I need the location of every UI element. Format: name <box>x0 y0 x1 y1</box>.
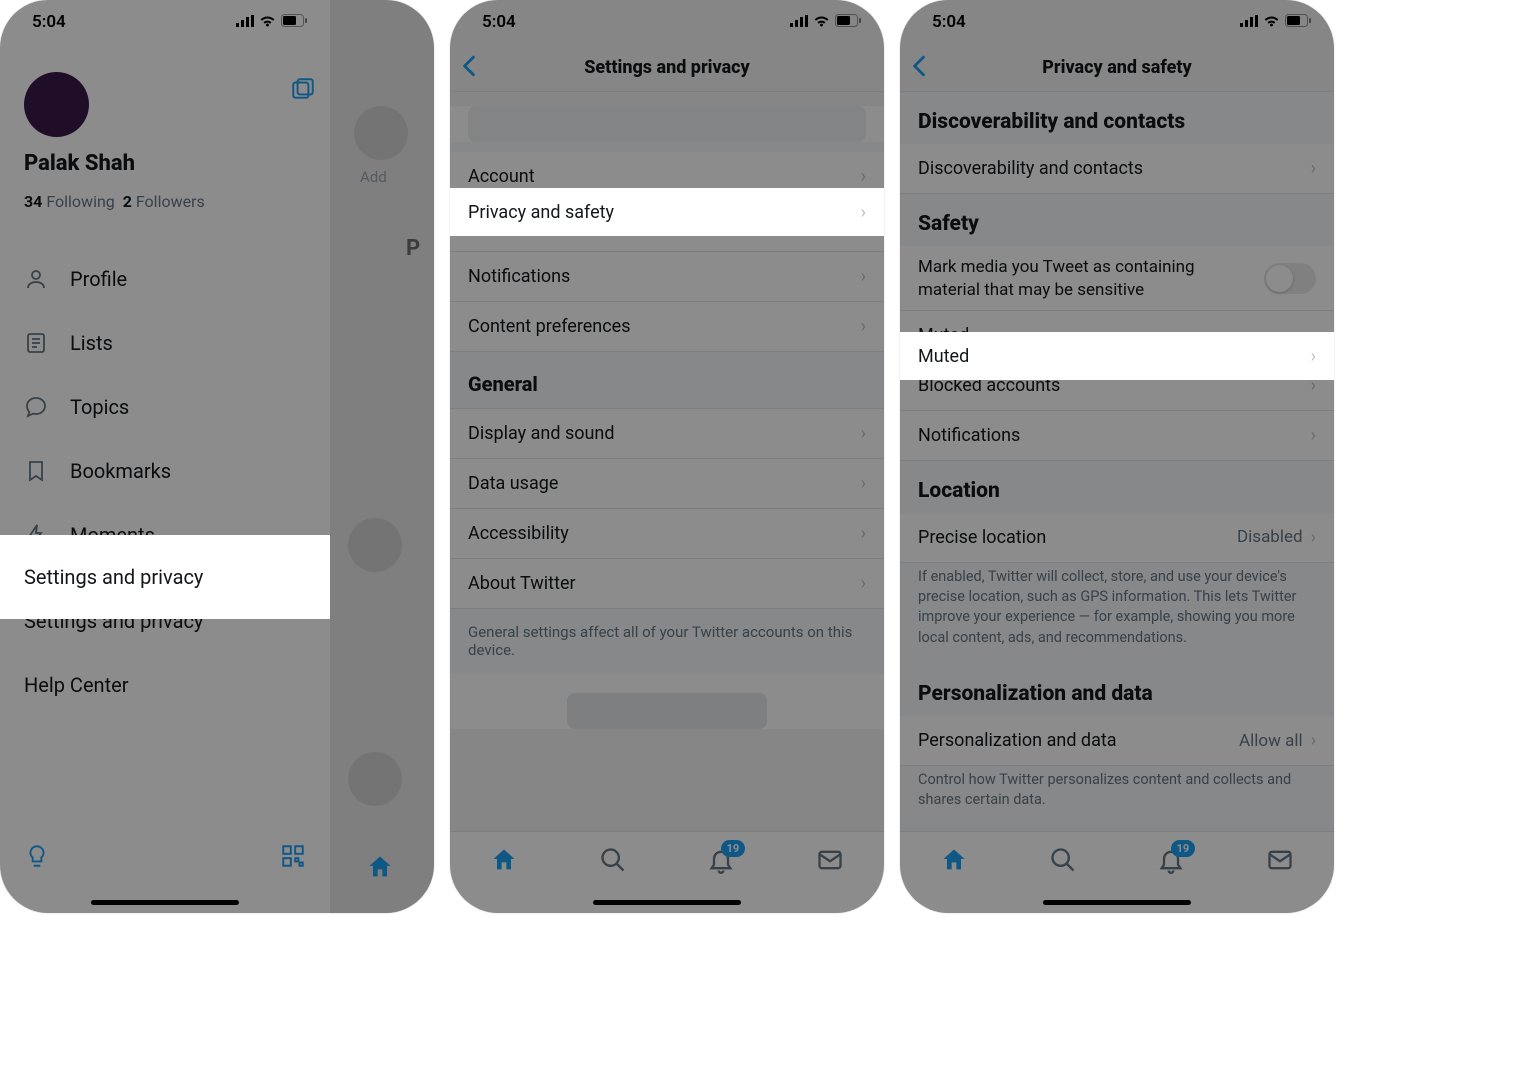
row-personalization[interactable]: Personalization and data Allow all› <box>900 716 1334 766</box>
chevron-right-icon: › <box>1311 346 1316 367</box>
tab-bar: 19 <box>900 831 1334 913</box>
tab-notifications[interactable]: 19 <box>1157 846 1185 878</box>
status-bar: 5:04 <box>0 0 330 44</box>
username-blur <box>468 106 866 142</box>
sensitive-toggle[interactable] <box>1264 263 1316 294</box>
section-general: General <box>450 352 884 409</box>
redacted-region <box>567 693 767 729</box>
menu-profile[interactable]: Profile <box>24 247 306 311</box>
status-bar: 5:04 <box>900 0 1334 44</box>
status-indicators <box>236 12 308 32</box>
menu-help-center[interactable]: Help Center <box>0 653 330 717</box>
chevron-right-icon: › <box>861 473 866 494</box>
chevron-right-icon: › <box>861 266 866 287</box>
bulb-icon[interactable] <box>24 843 50 873</box>
highlight-muted[interactable]: Muted › <box>900 332 1334 380</box>
menu-topics[interactable]: Topics <box>24 375 306 439</box>
page-title: Settings and privacy <box>584 57 750 78</box>
username[interactable]: Palak Shah <box>24 151 306 176</box>
row-notifications[interactable]: Notifications› <box>450 252 884 302</box>
avatar[interactable] <box>24 72 89 137</box>
chevron-right-icon: › <box>861 423 866 444</box>
chevron-right-icon: › <box>861 523 866 544</box>
back-button[interactable] <box>462 55 476 81</box>
wifi-icon <box>813 12 830 32</box>
status-time: 5:04 <box>32 12 66 32</box>
accounts-icon[interactable] <box>290 76 316 106</box>
status-indicators <box>790 12 862 32</box>
nav-drawer: 5:04 Palak Shah 34 Following 2 Followers… <box>0 0 330 913</box>
notif-badge: 19 <box>721 840 746 857</box>
row-about-twitter[interactable]: About Twitter› <box>450 559 884 609</box>
general-footer: General settings affect all of your Twit… <box>450 609 884 673</box>
precise-location-desc: If enabled, Twitter will collect, store,… <box>900 563 1334 664</box>
tab-home[interactable] <box>940 846 968 878</box>
row-notifications[interactable]: Notifications› <box>900 411 1334 461</box>
chevron-right-icon: › <box>1311 730 1316 751</box>
tab-messages[interactable] <box>1266 846 1294 878</box>
chevron-right-icon: › <box>1311 527 1316 548</box>
signal-icon <box>236 12 254 32</box>
notif-badge: 19 <box>1171 840 1196 857</box>
status-time: 5:04 <box>932 12 966 32</box>
bookmark-icon <box>24 459 48 483</box>
qr-icon[interactable] <box>280 843 306 873</box>
menu-bookmarks[interactable]: Bookmarks <box>24 439 306 503</box>
phone-screen-2: 5:04 Settings and privacy Account› Priva… <box>450 0 884 913</box>
highlight-settings-privacy[interactable]: Settings and privacy <box>0 535 330 619</box>
row-display-sound[interactable]: Display and sound› <box>450 409 884 459</box>
profile-icon <box>24 267 48 291</box>
follow-stats[interactable]: 34 Following 2 Followers <box>24 192 306 211</box>
chevron-right-icon: › <box>861 202 866 223</box>
chevron-right-icon: › <box>1311 158 1316 179</box>
chevron-right-icon: › <box>1311 425 1316 446</box>
lists-icon <box>24 331 48 355</box>
chevron-right-icon: › <box>861 166 866 187</box>
page-title: Privacy and safety <box>1042 57 1191 78</box>
tab-search[interactable] <box>1049 846 1077 878</box>
phone-screen-1: Add P 5:04 Palak Shah 34 <box>0 0 434 913</box>
section-location: Location <box>900 461 1334 513</box>
tab-search[interactable] <box>599 846 627 878</box>
section-discoverability: Discoverability and contacts <box>900 92 1334 144</box>
tab-messages[interactable] <box>816 846 844 878</box>
personalization-desc: Control how Twitter personalizes content… <box>900 766 1334 827</box>
status-bar: 5:04 <box>450 0 884 44</box>
row-accessibility[interactable]: Accessibility› <box>450 509 884 559</box>
tab-home[interactable] <box>490 846 518 878</box>
row-precise-location[interactable]: Precise location Disabled› <box>900 513 1334 563</box>
chevron-right-icon: › <box>861 573 866 594</box>
battery-icon <box>835 12 862 32</box>
tab-bar: 19 <box>450 831 884 913</box>
highlight-privacy-safety[interactable]: Privacy and safety › <box>450 188 884 236</box>
chevron-right-icon: › <box>861 316 866 337</box>
background-feed: Add P <box>328 0 434 913</box>
status-time: 5:04 <box>482 12 516 32</box>
row-content-preferences[interactable]: Content preferences› <box>450 302 884 352</box>
signal-icon <box>790 12 808 32</box>
row-sensitive-media[interactable]: Mark media you Tweet as containing mater… <box>900 246 1334 311</box>
phone-screen-3: 5:04 Privacy and safety Discoverability … <box>900 0 1334 913</box>
signal-icon <box>1240 12 1258 32</box>
battery-icon <box>1285 12 1312 32</box>
wifi-icon <box>259 12 276 32</box>
nav-header: Settings and privacy <box>450 44 884 92</box>
section-safety: Safety <box>900 194 1334 246</box>
add-label: Add <box>360 168 387 186</box>
wifi-icon <box>1263 12 1280 32</box>
battery-icon <box>281 12 308 32</box>
nav-header: Privacy and safety <box>900 44 1334 92</box>
home-indicator <box>91 900 239 905</box>
section-personalization: Personalization and data <box>900 664 1334 716</box>
row-discoverability[interactable]: Discoverability and contacts› <box>900 144 1334 194</box>
tab-notifications[interactable]: 19 <box>707 846 735 878</box>
menu-lists[interactable]: Lists <box>24 311 306 375</box>
row-data-usage[interactable]: Data usage› <box>450 459 884 509</box>
topics-icon <box>24 395 48 419</box>
home-indicator <box>1043 900 1191 905</box>
back-button[interactable] <box>912 55 926 81</box>
home-indicator <box>593 900 741 905</box>
home-icon[interactable] <box>366 853 394 885</box>
status-indicators <box>1240 12 1312 32</box>
